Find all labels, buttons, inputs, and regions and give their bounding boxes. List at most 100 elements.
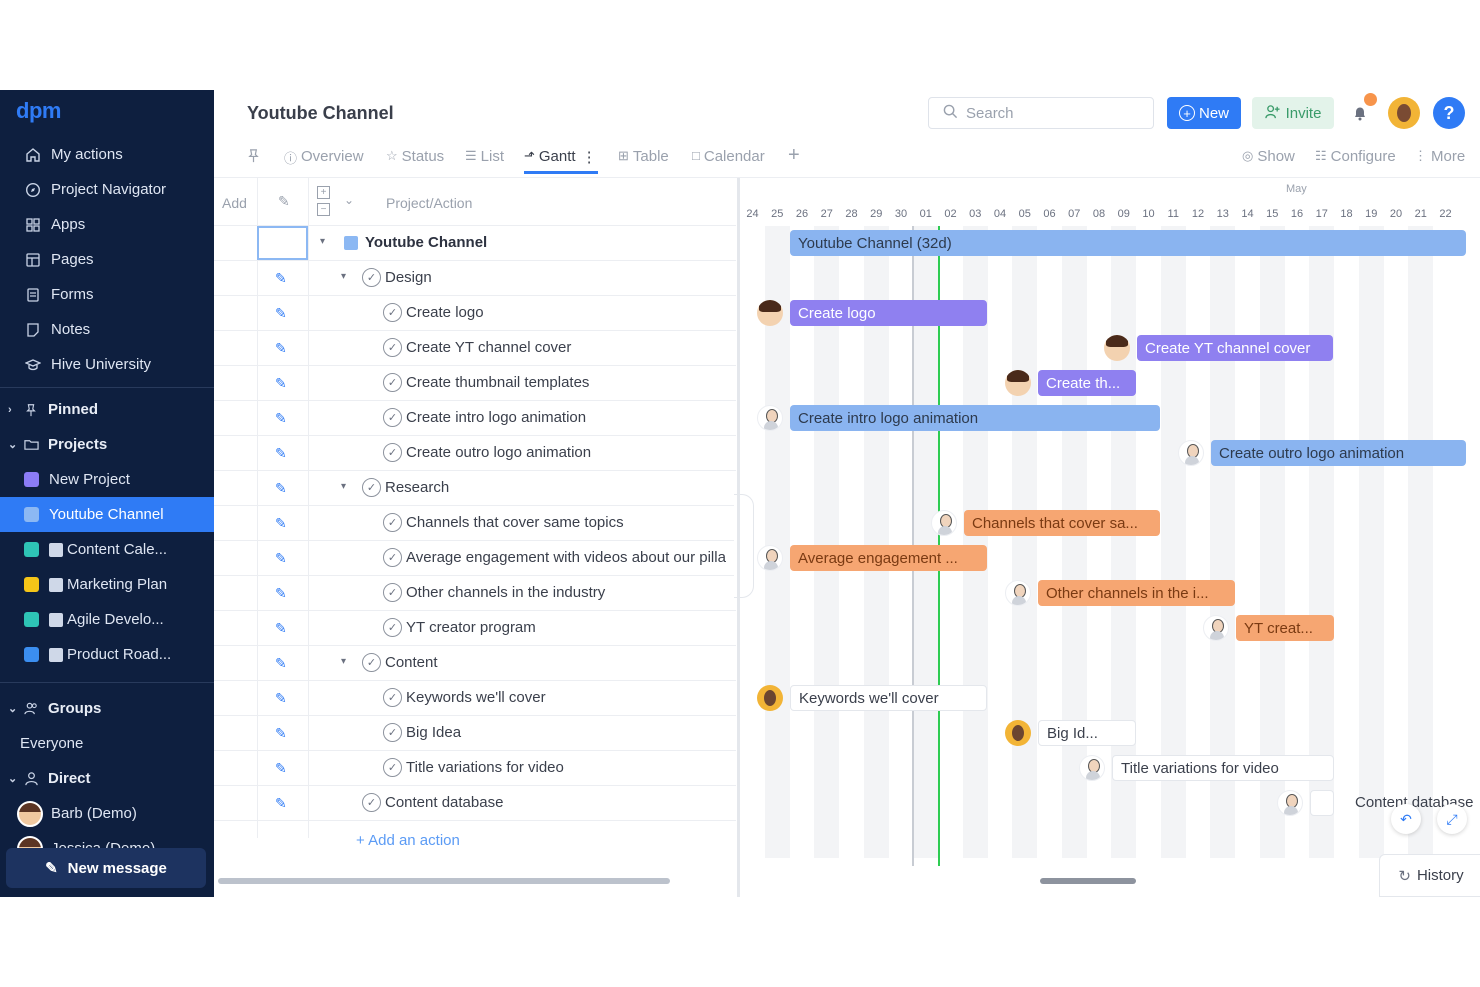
gantt-bar[interactable]: YT creat... (1236, 615, 1334, 641)
undo-icon[interactable]: ↶ (1391, 804, 1421, 834)
edit-icon[interactable]: ✎ (275, 515, 291, 531)
collapse-all-icon[interactable]: − (317, 203, 330, 216)
edit-icon[interactable]: ✎ (275, 795, 291, 811)
table-row[interactable]: ✎ ✓ Create outro logo animation (214, 436, 736, 471)
kebab-icon[interactable]: ⋮ (582, 148, 597, 166)
sidebar-item-notes[interactable]: Notes (0, 312, 214, 347)
caret-down-icon[interactable]: ▾ (341, 271, 346, 282)
assignee-avatar[interactable] (1277, 790, 1303, 816)
caret-down-icon[interactable]: ▾ (341, 481, 346, 492)
table-row[interactable]: ✎ ✓ Create thumbnail templates (214, 366, 736, 401)
edit-icon[interactable]: ✎ (275, 725, 291, 741)
tab-gantt[interactable]: ⬏ Gantt ⋮ (524, 148, 598, 174)
gantt-bar[interactable]: Big Id... (1038, 720, 1136, 746)
configure-button[interactable]: ☷ Configure (1315, 148, 1396, 165)
gantt-bar[interactable]: Title variations for video (1112, 755, 1334, 781)
checkbox-icon[interactable]: ✓ (383, 338, 402, 357)
table-row[interactable]: ✎ ✓ Create logo (214, 296, 736, 331)
assignee-avatar[interactable] (757, 300, 783, 326)
expand-icon[interactable]: ⤢ (1437, 804, 1467, 834)
gantt-bar[interactable]: Average engagement ... (790, 545, 987, 571)
sidebar-project-marketing-plan[interactable]: Marketing Plan (0, 567, 214, 602)
expand-all-icon[interactable]: + (317, 186, 330, 199)
gantt-bar[interactable]: Keywords we'll cover (790, 685, 987, 711)
row-label[interactable]: Keywords we'll cover (406, 689, 546, 706)
table-row[interactable]: ✎ ✓ Keywords we'll cover (214, 681, 736, 716)
sidebar-item-project-navigator[interactable]: Project Navigator (0, 172, 214, 207)
checkbox-icon[interactable]: ✓ (383, 548, 402, 567)
show-button[interactable]: ◎ Show (1242, 148, 1295, 165)
row-label[interactable]: Content database (385, 794, 503, 811)
sidebar-item-forms[interactable]: Forms (0, 277, 214, 312)
sidebar-project-content-calendar[interactable]: Content Cale... (0, 532, 214, 567)
sidebar-project-product-roadmap[interactable]: Product Road... (0, 637, 214, 672)
row-label[interactable]: Design (385, 269, 432, 286)
gantt-bar[interactable]: Create YT channel cover (1137, 335, 1333, 361)
notifications-bell-icon[interactable] (1348, 93, 1377, 125)
assignee-avatar[interactable] (757, 405, 783, 431)
table-row[interactable]: ✎ ✓ Other channels in the industry (214, 576, 736, 611)
edit-icon[interactable]: ✎ (275, 305, 291, 321)
gantt-bar[interactable]: Channels that cover sa... (964, 510, 1160, 536)
checkbox-icon[interactable]: ✓ (362, 268, 381, 287)
new-button[interactable]: + New (1167, 97, 1241, 129)
tab-list[interactable]: ☰ List (465, 148, 504, 174)
sidebar-item-my-actions[interactable]: My actions (0, 137, 214, 172)
assignee-avatar[interactable] (1104, 335, 1130, 361)
checkbox-icon[interactable]: ✓ (383, 513, 402, 532)
table-row[interactable]: ✎ ✓ Average engagement with videos about o… (214, 541, 736, 576)
more-button[interactable]: ⋮ More (1414, 148, 1465, 165)
table-row[interactable]: ✎ ▾ ✓ Research (214, 471, 736, 506)
table-row[interactable]: ✎ ✓ Create YT channel cover (214, 331, 736, 366)
sidebar-section-pinned[interactable]: › Pinned (0, 392, 214, 427)
edit-icon[interactable]: ✎ (275, 445, 291, 461)
edit-icon[interactable]: ✎ (275, 655, 291, 671)
checkbox-icon[interactable]: ✓ (383, 373, 402, 392)
row-label[interactable]: Title variations for video (406, 759, 564, 776)
table-row[interactable]: ✎ ✓ Content database (214, 786, 736, 821)
gantt-bar[interactable]: Create intro logo animation (790, 405, 1160, 431)
sidebar-project-youtube-channel[interactable]: Youtube Channel (0, 497, 214, 532)
chevron-down-icon[interactable]: ⌄ (344, 193, 354, 207)
gantt-bar[interactable]: Create logo (790, 300, 987, 326)
current-user-avatar[interactable] (1388, 97, 1420, 129)
assignee-avatar[interactable] (757, 545, 783, 571)
pin-view-icon[interactable] (246, 148, 261, 174)
assignee-avatar[interactable] (1005, 720, 1031, 746)
checkbox-icon[interactable]: ✓ (383, 408, 402, 427)
row-label[interactable]: Youtube Channel (365, 234, 487, 251)
gantt-bar[interactable]: Create th... (1038, 370, 1136, 396)
checkbox-icon[interactable]: ✓ (383, 583, 402, 602)
sidebar-item-pages[interactable]: Pages (0, 242, 214, 277)
row-label[interactable]: Create intro logo animation (406, 409, 586, 426)
gantt-bar[interactable]: Create outro logo animation (1211, 440, 1466, 466)
row-label[interactable]: Research (385, 479, 449, 496)
edit-icon[interactable]: ✎ (275, 375, 291, 391)
table-row[interactable]: ✎ ▾ ✓ Design (214, 261, 736, 296)
gantt-horizontal-scrollbar[interactable] (1040, 878, 1136, 884)
table-row[interactable]: ✎ ✓ Title variations for video (214, 751, 736, 786)
edit-icon[interactable]: ✎ (275, 410, 291, 426)
gantt-bar[interactable]: Youtube Channel (32d) (790, 230, 1466, 256)
checkbox-icon[interactable]: ✓ (383, 688, 402, 707)
grid-horizontal-scrollbar[interactable] (218, 878, 670, 884)
help-button[interactable]: ? (1433, 97, 1465, 129)
app-logo[interactable]: dpm (16, 98, 61, 124)
edit-icon[interactable]: ✎ (275, 620, 291, 636)
invite-button[interactable]: Invite (1252, 97, 1334, 129)
edit-icon[interactable]: ✎ (275, 550, 291, 566)
table-row[interactable]: ✎ ✓ Create intro logo animation (214, 401, 736, 436)
sidebar-project-agile-development[interactable]: Agile Develo... (0, 602, 214, 637)
edit-icon[interactable]: ✎ (275, 760, 291, 776)
row-label[interactable]: YT creator program (406, 619, 536, 636)
gantt-bar[interactable]: Other channels in the i... (1038, 580, 1235, 606)
edit-icon[interactable]: ✎ (275, 585, 291, 601)
add-view-button[interactable]: + (788, 144, 800, 170)
table-row[interactable]: ✎ ▾ ✓ Content (214, 646, 736, 681)
sidebar-user-barb[interactable]: Barb (Demo) (0, 796, 214, 831)
row-label[interactable]: Average engagement with videos about our… (406, 549, 726, 566)
edit-icon[interactable]: ✎ (275, 340, 291, 356)
sidebar-project-new-project[interactable]: New Project (0, 462, 214, 497)
row-label[interactable]: Create logo (406, 304, 484, 321)
gantt-bar[interactable] (1310, 790, 1334, 816)
